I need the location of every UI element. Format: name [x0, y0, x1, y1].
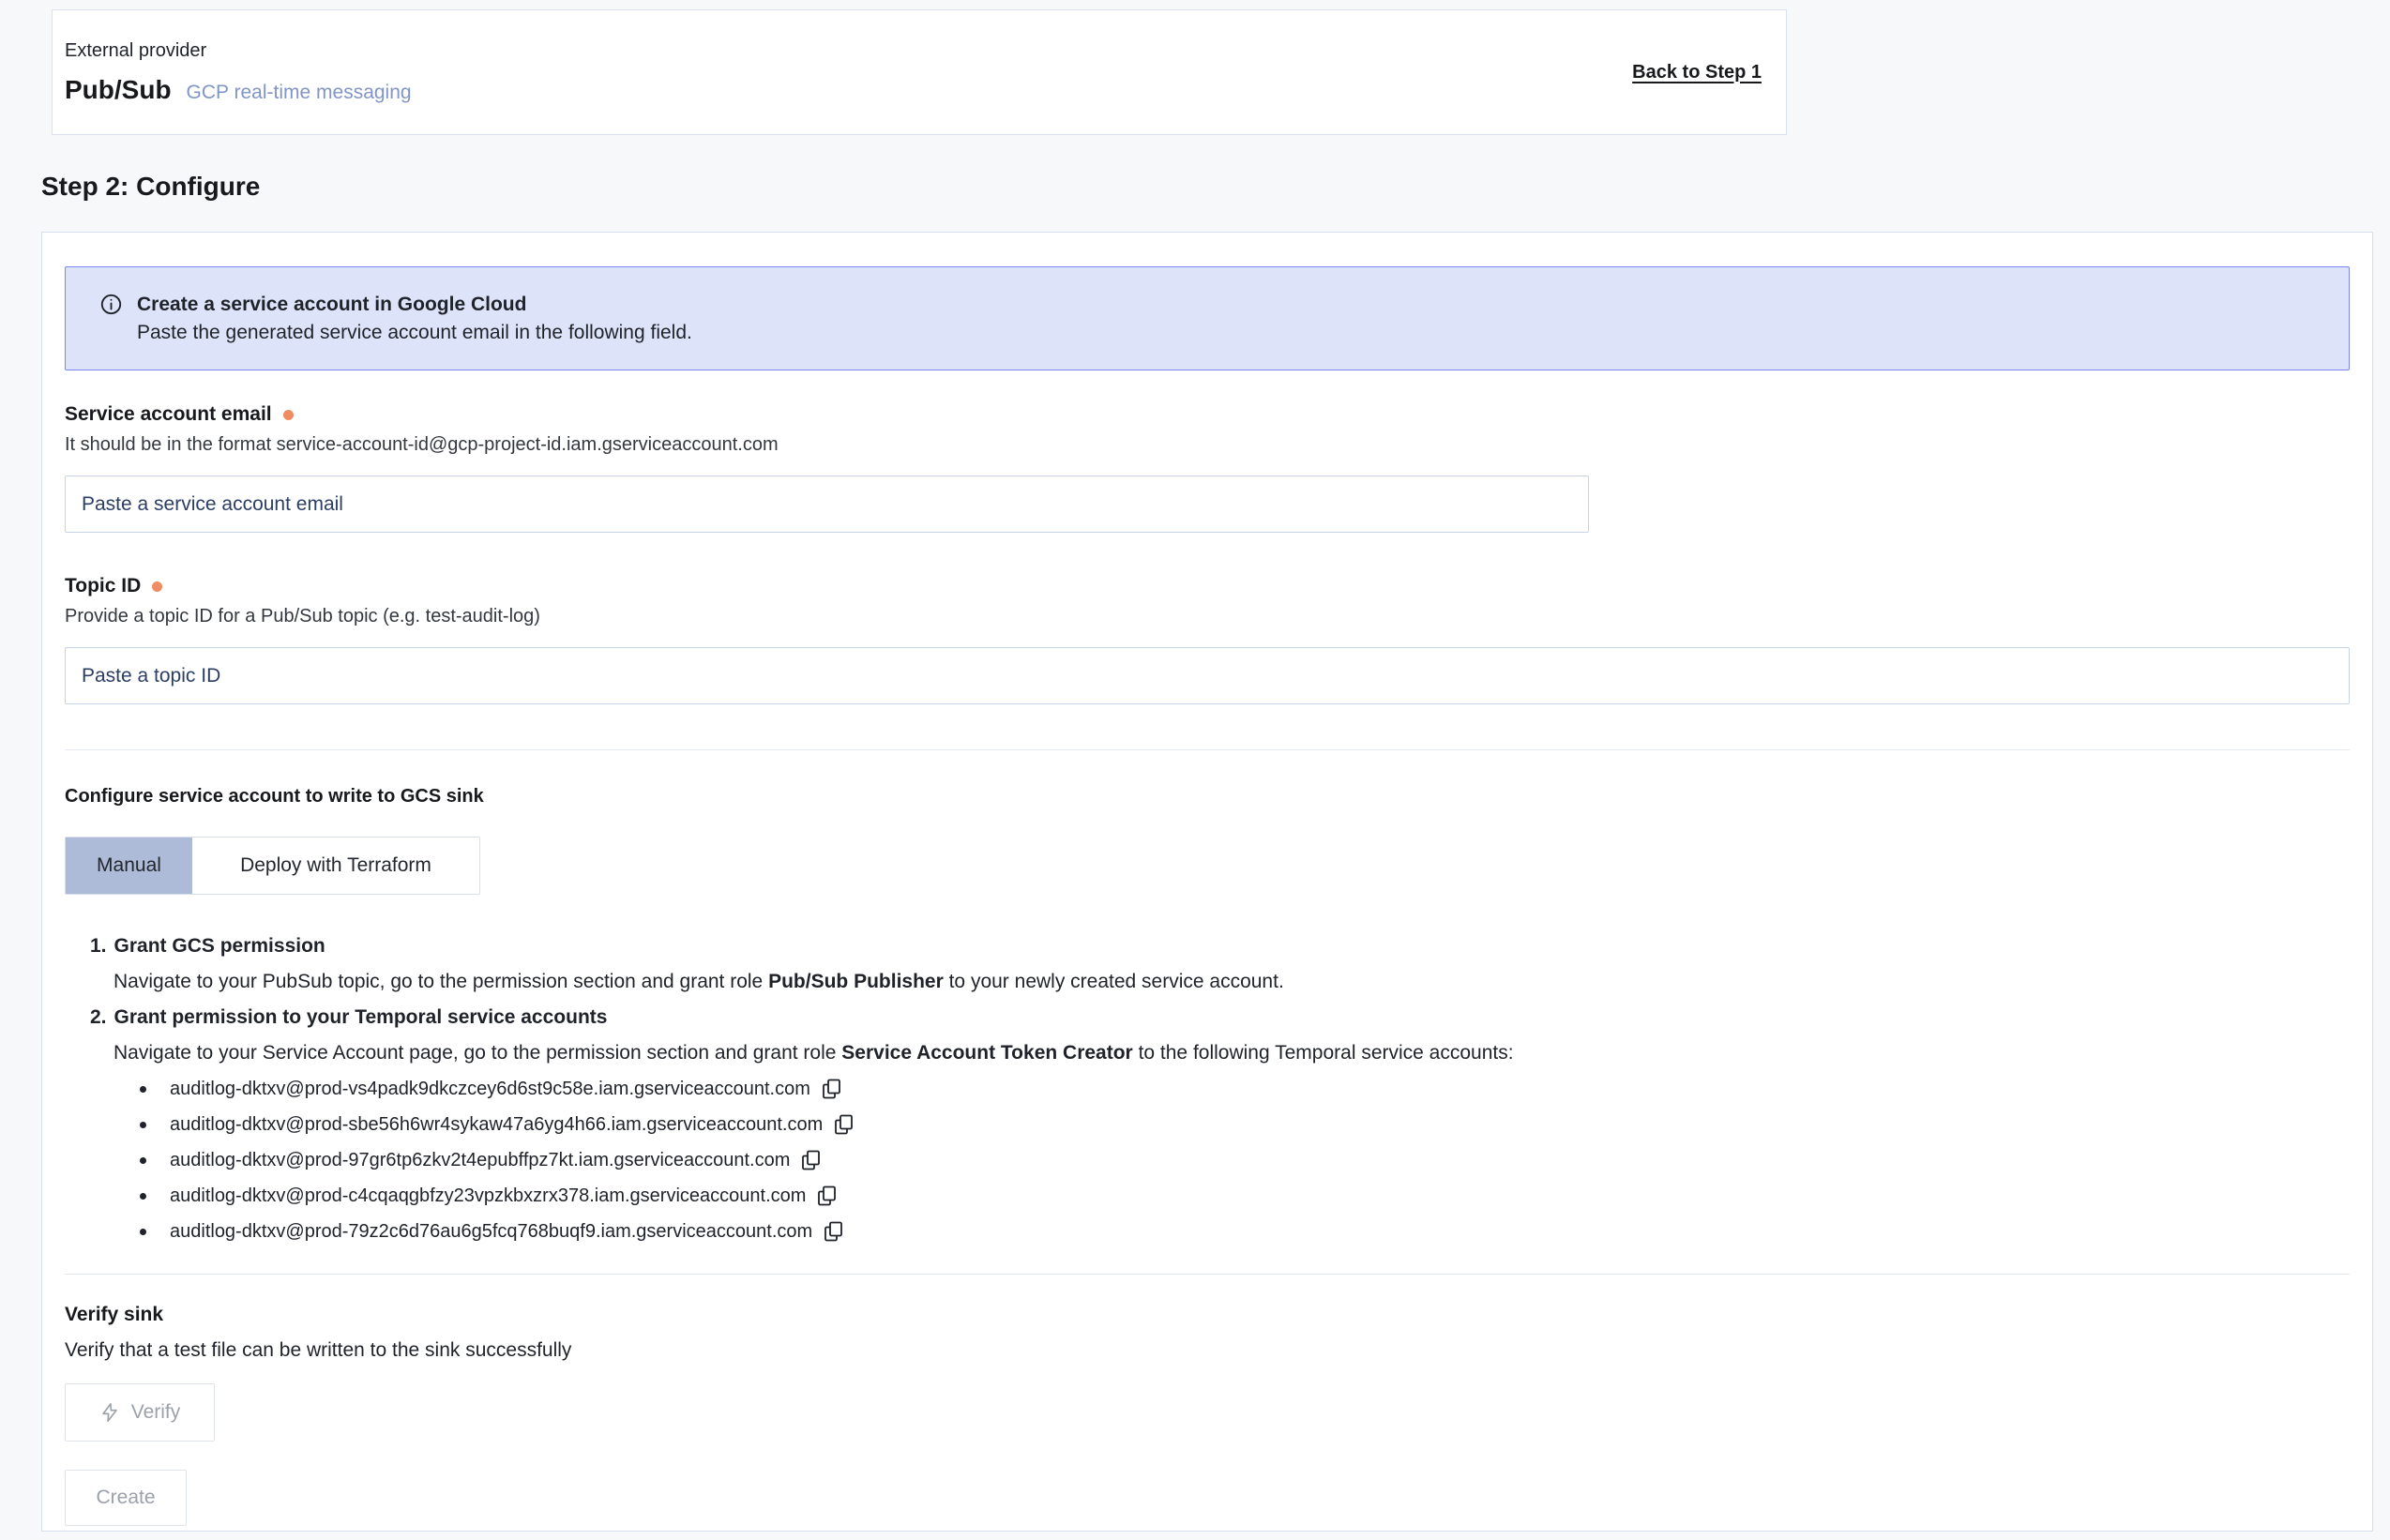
provider-label: External provider [65, 40, 412, 62]
verify-sink-description: Verify that a test file can be written t… [65, 1333, 2350, 1368]
copy-icon[interactable] [820, 1077, 843, 1102]
audit-log-sink-configure-page: External provider Pub/Sub GCP real-time … [0, 0, 2390, 1540]
copy-icon[interactable] [832, 1112, 855, 1138]
verify-button[interactable]: Verify [65, 1383, 215, 1442]
bullet-dot [140, 1086, 146, 1093]
copy-icon[interactable] [815, 1184, 839, 1209]
step-2-title-text: Grant permission to your Temporal servic… [114, 1006, 608, 1028]
bullet-dot [140, 1157, 146, 1164]
service-account-email-text: auditlog-dktxv@prod-79z2c6d76au6g5fcq768… [170, 1214, 812, 1249]
step-1-title-text: Grant GCS permission [114, 935, 325, 957]
step-1-number: 1. [90, 935, 107, 957]
info-banner-description: Paste the generated service account emai… [137, 320, 692, 345]
configure-card: Create a service account in Google Cloud… [41, 232, 2373, 1532]
required-indicator-dot [283, 410, 294, 420]
step-1-desc-suffix: to your newly created service account. [944, 971, 1284, 992]
info-banner: Create a service account in Google Cloud… [65, 266, 2350, 370]
service-account-email-text: auditlog-dktxv@prod-vs4padk9dkczcey6d6st… [170, 1071, 810, 1107]
info-banner-text: Create a service account in Google Cloud… [137, 292, 692, 345]
service-account-email-input[interactable] [65, 476, 1589, 533]
info-icon [99, 292, 123, 345]
tab-deploy-with-terraform[interactable]: Deploy with Terraform [192, 838, 479, 894]
step-2-role-name: Service Account Token Creator [841, 1042, 1132, 1064]
list-item: auditlog-dktxv@prod-sbe56h6wr4sykaw47a6y… [140, 1107, 2350, 1142]
provider-summary-card: External provider Pub/Sub GCP real-time … [52, 9, 1787, 135]
list-item: auditlog-dktxv@prod-97gr6tp6zkv2t4epubff… [140, 1142, 2350, 1178]
provider-name: Pub/Sub [65, 75, 172, 105]
back-to-step-1-link[interactable]: Back to Step 1 [1632, 62, 1762, 83]
provider-tagline: GCP real-time messaging [187, 82, 412, 104]
step-1-description: Navigate to your PubSub topic, go to the… [65, 964, 2350, 1000]
manual-steps-list: 1. Grant GCS permission Navigate to your … [65, 929, 2350, 1249]
create-button-label: Create [96, 1487, 155, 1509]
configure-sink-heading: Configure service account to write to GC… [65, 786, 2350, 810]
list-item: auditlog-dktxv@prod-vs4padk9dkczcey6d6st… [140, 1071, 2350, 1107]
step-2-desc-suffix: to the following Temporal service accoun… [1133, 1042, 1514, 1064]
configure-method-tabs: Manual Deploy with Terraform [65, 837, 480, 895]
step-2-number: 2. [90, 1006, 107, 1028]
topic-id-label: Topic ID [65, 575, 141, 597]
service-account-email-text: auditlog-dktxv@prod-sbe56h6wr4sykaw47a6y… [170, 1107, 823, 1142]
section-divider [65, 749, 2350, 750]
required-indicator-dot [152, 581, 162, 592]
step-2-description: Navigate to your Service Account page, g… [65, 1035, 2350, 1071]
provider-title-row: Pub/Sub GCP real-time messaging [65, 75, 412, 105]
provider-meta: External provider Pub/Sub GCP real-time … [65, 40, 412, 105]
service-account-email-description: It should be in the format service-accou… [65, 434, 2350, 459]
step-2-title: 2. Grant permission to your Temporal serv… [65, 1000, 2350, 1035]
list-item: auditlog-dktxv@prod-79z2c6d76au6g5fcq768… [140, 1214, 2350, 1249]
topic-id-input[interactable] [65, 647, 2350, 704]
create-button[interactable]: Create [65, 1470, 187, 1526]
service-account-email-text: auditlog-dktxv@prod-97gr6tp6zkv2t4epubff… [170, 1142, 790, 1178]
verify-button-label: Verify [131, 1401, 181, 1424]
service-account-email-label: Service account email [65, 403, 272, 426]
copy-icon[interactable] [822, 1219, 845, 1245]
step-1-desc-prefix: Navigate to your PubSub topic, go to the… [113, 971, 768, 992]
service-account-email-label-row: Service account email [65, 402, 2350, 427]
verify-sink-heading: Verify sink [65, 1297, 2350, 1333]
topic-id-field-group: Topic ID Provide a topic ID for a Pub/Su… [65, 574, 2350, 704]
list-item: auditlog-dktxv@prod-c4cqaqgbfzy23vpzkbxz… [140, 1178, 2350, 1214]
zap-icon [99, 1402, 120, 1423]
topic-id-description: Provide a topic ID for a Pub/Sub topic (… [65, 606, 2350, 630]
topic-id-label-row: Topic ID [65, 574, 2350, 598]
service-account-email-field-group: Service account email It should be in th… [65, 402, 2350, 533]
step-1-title: 1. Grant GCS permission [65, 929, 2350, 964]
service-account-email-text: auditlog-dktxv@prod-c4cqaqgbfzy23vpzkbxz… [170, 1178, 806, 1214]
step-2-desc-prefix: Navigate to your Service Account page, g… [113, 1042, 841, 1064]
tab-manual[interactable]: Manual [66, 838, 192, 894]
bullet-dot [140, 1229, 146, 1235]
info-banner-title: Create a service account in Google Cloud [137, 292, 692, 317]
temporal-service-account-list: auditlog-dktxv@prod-vs4padk9dkczcey6d6st… [65, 1071, 2350, 1249]
bullet-dot [140, 1193, 146, 1200]
bullet-dot [140, 1122, 146, 1128]
copy-icon[interactable] [799, 1148, 823, 1173]
step-1-role-name: Pub/Sub Publisher [768, 971, 944, 992]
section-divider [65, 1274, 2350, 1275]
page-title: Step 2: Configure [41, 172, 260, 202]
